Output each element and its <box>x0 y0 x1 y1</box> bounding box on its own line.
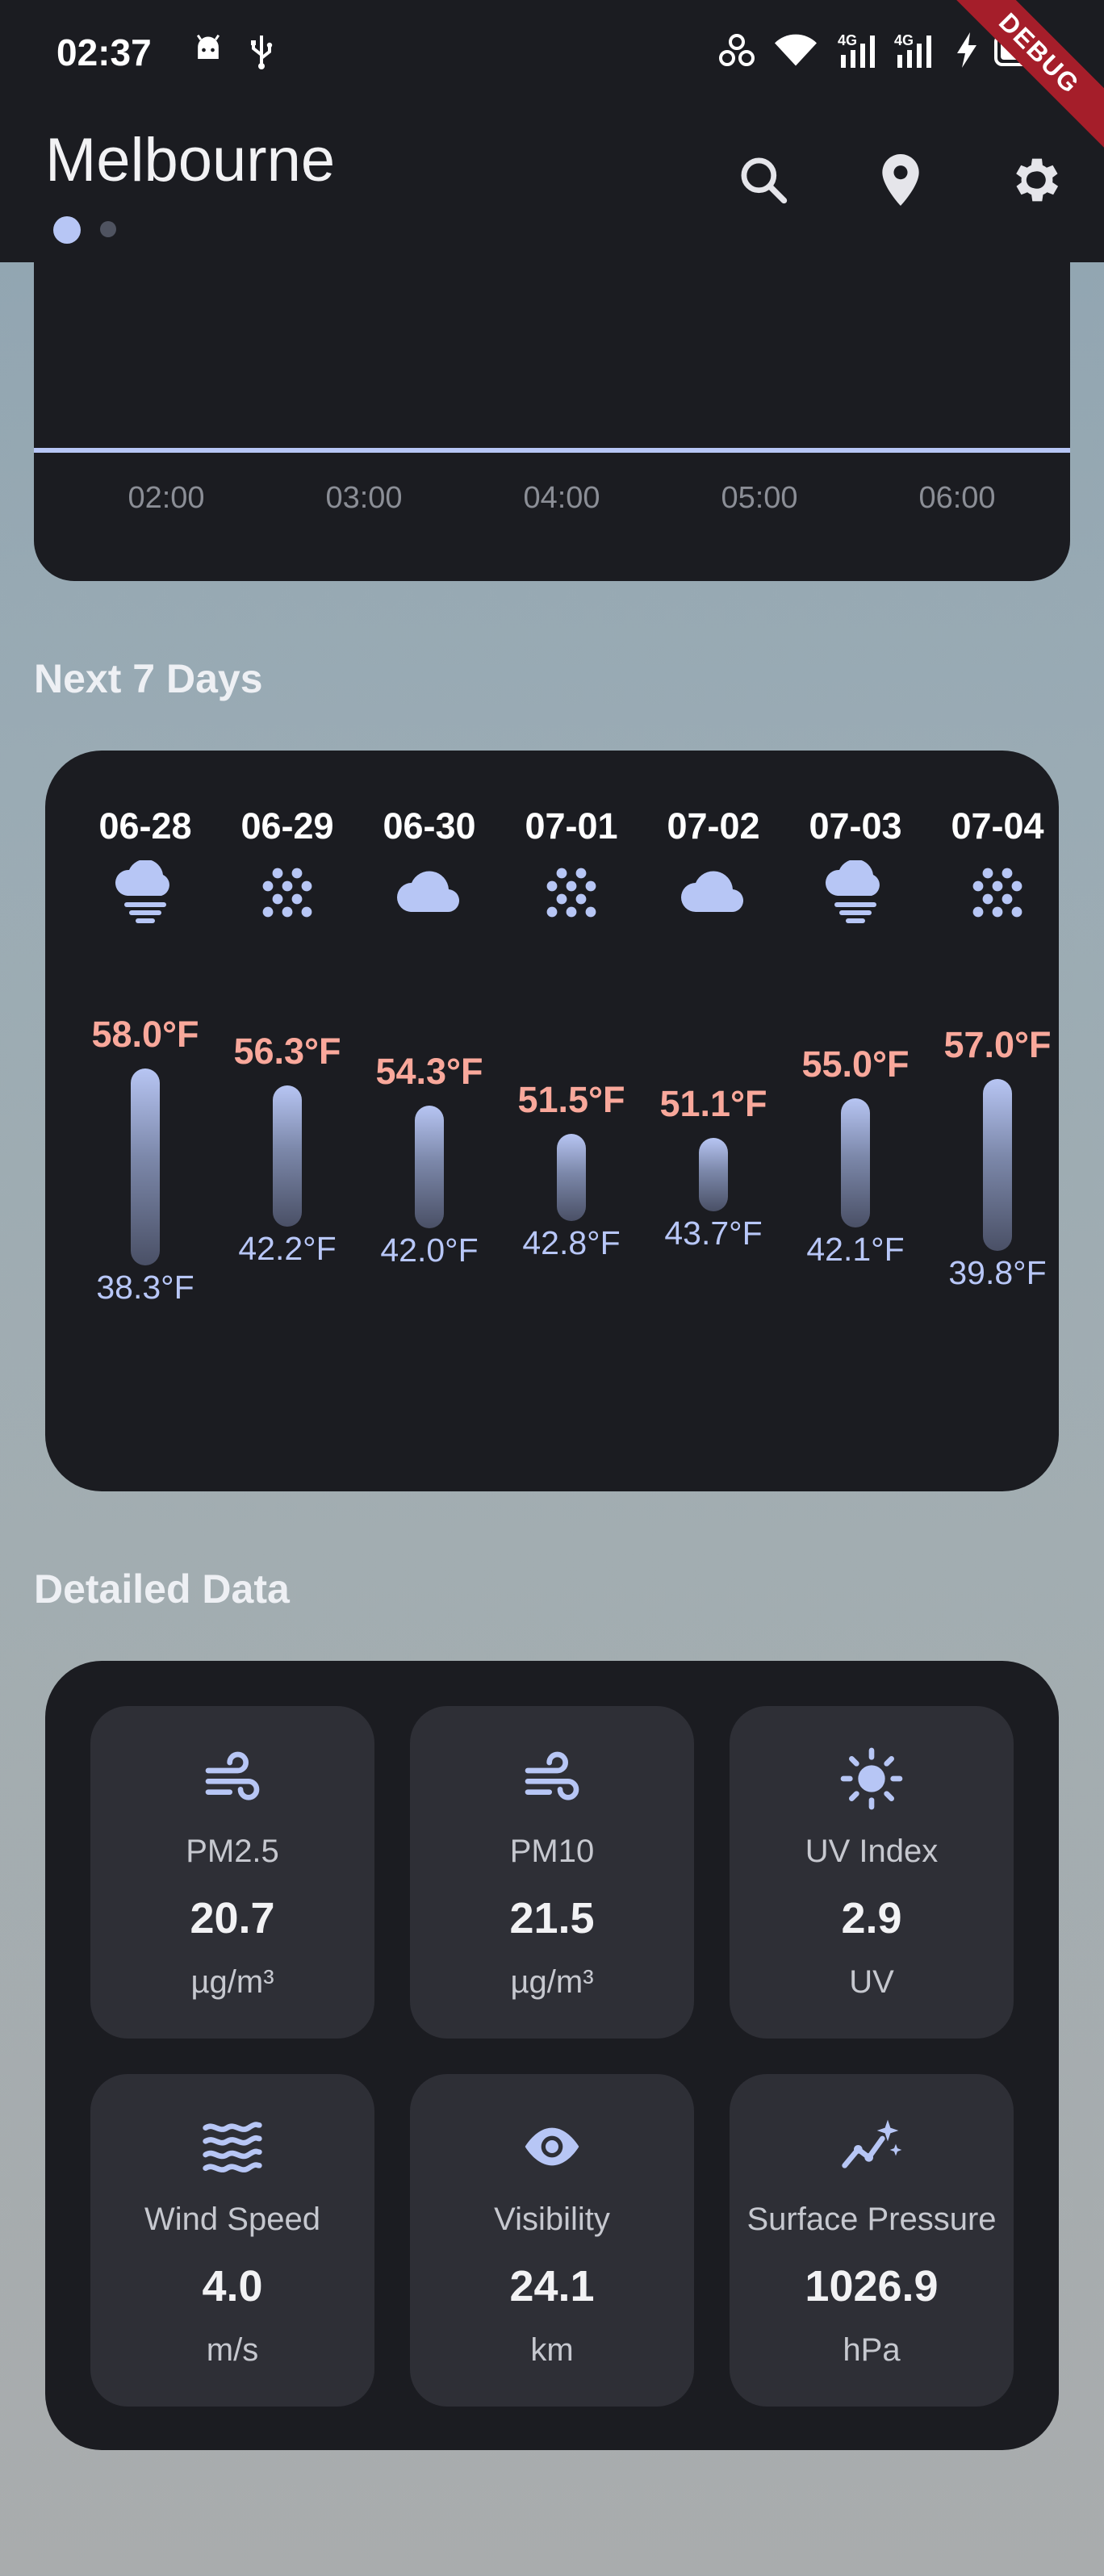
detail-tile[interactable]: Visibility 24.1 km <box>410 2074 694 2407</box>
page-indicator-active-dot[interactable] <box>53 216 81 244</box>
forecast-day: 07-02 51.1°F 43.7°F <box>642 751 784 1491</box>
detail-tile[interactable]: Surface Pressure 1026.9 hPa <box>730 2074 1014 2407</box>
forecast-date: 07-03 <box>809 805 902 847</box>
detail-unit: UV <box>849 1964 894 2000</box>
detail-unit: km <box>530 2332 574 2368</box>
temperature-range-bar <box>415 1106 444 1229</box>
page-indicator-dot[interactable] <box>100 221 116 237</box>
city-title: Melbourne <box>45 126 336 194</box>
detail-value: 1026.9 <box>805 2262 939 2310</box>
forecast-day: 07-01 51.5°F 42.8°F <box>500 751 642 1491</box>
detail-tile[interactable]: Wind Speed 4.0 m/s <box>90 2074 374 2407</box>
hour-label: 05:00 <box>721 481 798 515</box>
forecast-date: 07-04 <box>951 805 1044 847</box>
wind-icon <box>520 1746 584 1811</box>
snow-dots-icon <box>536 860 607 925</box>
snow-dots-icon <box>252 860 323 925</box>
hourly-temperature-line <box>34 448 1070 453</box>
forecast-high-temp: 51.1°F <box>659 1082 767 1124</box>
status-bar: 02:37 4G 4G <box>0 0 1104 105</box>
search-icon <box>736 153 791 211</box>
hour-label: 06:00 <box>918 481 996 515</box>
detail-value: 20.7 <box>190 1894 275 1942</box>
detail-label: UV Index <box>805 1834 939 1869</box>
detailed-data-heading: Detailed Data <box>34 1566 290 1612</box>
next-7-days-heading: Next 7 Days <box>34 656 263 701</box>
forecast-card: 06-28 58.0°F 38.3°F 06-29 56.3°F 42.2°F 06-30 5… <box>45 751 1059 1491</box>
detail-tile[interactable]: UV Index 2.9 UV <box>730 1706 1014 2039</box>
cloud-icon <box>678 860 749 925</box>
detailed-data-card: PM2.5 20.7 µg/m³ PM10 21.5 µg/m³ UV Index 2.9 UV… <box>45 1661 1059 2450</box>
pinwheel-icon <box>717 32 757 72</box>
signal-4g-icon: 4G <box>838 32 883 73</box>
detail-unit: µg/m³ <box>190 1964 274 2000</box>
hour-label: 03:00 <box>325 481 403 515</box>
detail-unit: m/s <box>206 2332 259 2368</box>
location-pin-icon <box>875 151 926 213</box>
wind-icon <box>200 1746 265 1811</box>
detail-tile[interactable]: PM10 21.5 µg/m³ <box>410 1706 694 2039</box>
android-icon <box>190 32 226 72</box>
cloud-icon <box>394 860 465 925</box>
detail-value: 2.9 <box>841 1894 902 1942</box>
forecast-day: 07-03 55.0°F 42.1°F <box>784 751 926 1491</box>
temperature-range-bar <box>273 1085 302 1227</box>
forecast-low-temp: 38.3°F <box>96 1269 194 1307</box>
settings-gear-icon <box>1006 151 1064 213</box>
temperature-range-bar <box>557 1133 586 1221</box>
detail-label: Surface Pressure <box>746 2202 997 2237</box>
snow-dots-icon <box>962 860 1033 925</box>
detail-tile[interactable]: PM2.5 20.7 µg/m³ <box>90 1706 374 2039</box>
detail-value: 4.0 <box>202 2262 263 2310</box>
forecast-date: 07-02 <box>667 805 760 847</box>
charging-bolt-icon <box>956 32 978 72</box>
eye-icon <box>520 2114 584 2179</box>
cloud-fog-icon <box>820 859 891 925</box>
svg-text:4G: 4G <box>838 32 857 48</box>
detail-label: PM2.5 <box>186 1834 279 1869</box>
search-button[interactable] <box>731 149 796 214</box>
forecast-date: 06-30 <box>383 805 476 847</box>
location-button[interactable] <box>868 149 933 214</box>
forecast-day: 07-04 57.0°F 39.8°F <box>926 751 1068 1491</box>
settings-button[interactable] <box>1002 149 1067 214</box>
detail-label: Visibility <box>494 2202 610 2237</box>
forecast-day: 06-29 56.3°F 42.2°F <box>216 751 358 1491</box>
hour-label: 02:00 <box>128 481 205 515</box>
cloud-fog-icon <box>110 859 181 925</box>
forecast-date: 06-29 <box>240 805 334 847</box>
forecast-low-temp: 39.8°F <box>948 1253 1047 1291</box>
forecast-day: 06-30 54.3°F 42.0°F <box>358 751 500 1491</box>
detail-unit: hPa <box>843 2332 901 2368</box>
temperature-range-bar <box>699 1137 728 1212</box>
detail-label: Wind Speed <box>144 2202 320 2237</box>
temperature-range-bar <box>841 1098 870 1228</box>
hour-label: 04:00 <box>523 481 600 515</box>
detail-value: 24.1 <box>509 2262 595 2310</box>
signal-4g-icon: 4G <box>894 32 939 73</box>
svg-text:4G: 4G <box>894 32 914 48</box>
forecast-day: 06-28 58.0°F 38.3°F <box>74 751 216 1491</box>
trend-sparkle-icon <box>839 2114 904 2179</box>
temperature-range-bar <box>131 1068 160 1266</box>
temperature-range-bar <box>983 1078 1012 1251</box>
app-header: 02:37 4G 4G Melbourne <box>0 0 1104 262</box>
status-time: 02:37 <box>56 31 152 73</box>
detail-label: PM10 <box>509 1834 595 1869</box>
forecast-date: 06-28 <box>98 805 192 847</box>
wifi-icon <box>775 32 817 72</box>
forecast-high-temp: 57.0°F <box>943 1023 1052 1065</box>
sun-icon <box>839 1746 904 1811</box>
detail-unit: µg/m³ <box>510 1964 594 2000</box>
usb-icon <box>247 32 276 75</box>
forecast-date: 07-01 <box>525 805 618 847</box>
detail-value: 21.5 <box>509 1894 595 1942</box>
waves-icon <box>200 2114 265 2179</box>
